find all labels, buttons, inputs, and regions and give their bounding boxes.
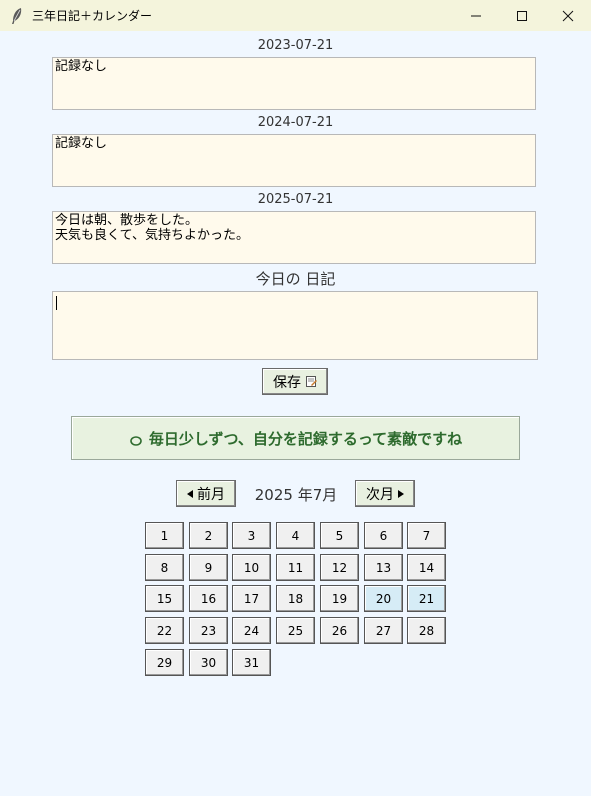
calendar-day-30[interactable]: 30 — [189, 649, 228, 676]
window-controls — [453, 0, 591, 31]
calendar-day-3[interactable]: 3 — [232, 522, 271, 549]
save-button[interactable]: 保存 — [262, 368, 328, 395]
calendar-day-26[interactable]: 26 — [320, 617, 359, 644]
calendar-day-4[interactable]: 4 — [276, 522, 315, 549]
today-diary-input[interactable] — [52, 291, 538, 360]
right-triangle-icon — [398, 489, 404, 498]
calendar-day-20[interactable]: 20 — [364, 585, 403, 612]
calendar-day-9[interactable]: 9 — [189, 554, 228, 581]
calendar-day-28[interactable]: 28 — [407, 617, 446, 644]
calendar-day-31[interactable]: 31 — [232, 649, 271, 676]
calendar-day-21[interactable]: 21 — [407, 585, 446, 612]
maximize-button[interactable] — [499, 0, 545, 31]
current-month-label: 2025 年7月 — [254, 486, 338, 504]
leaf-icon — [129, 433, 143, 447]
minimize-button[interactable] — [453, 0, 499, 31]
calendar-day-15[interactable]: 15 — [145, 585, 184, 612]
title-bar: 三年日記＋カレンダー — [0, 0, 591, 31]
minimize-icon — [471, 15, 481, 16]
entry-text-2024[interactable]: 記録なし — [52, 134, 536, 187]
calendar-day-22[interactable]: 22 — [145, 617, 184, 644]
calendar-day-12[interactable]: 12 — [320, 554, 359, 581]
close-button[interactable] — [545, 0, 591, 31]
calendar-day-10[interactable]: 10 — [232, 554, 271, 581]
text-cursor — [56, 296, 57, 310]
entry-date-2023: 2023-07-21 — [257, 38, 334, 53]
calendar-day-17[interactable]: 17 — [232, 585, 271, 612]
calendar-day-5[interactable]: 5 — [320, 522, 359, 549]
calendar-day-7[interactable]: 7 — [407, 522, 446, 549]
next-month-label: 次月 — [366, 486, 394, 503]
entry-date-2024: 2024-07-21 — [257, 115, 334, 130]
save-icon — [306, 376, 317, 387]
calendar-day-23[interactable]: 23 — [189, 617, 228, 644]
entry-text-2025[interactable]: 今日は朝、散歩をした。 天気も良くて、気持ちよかった。 — [52, 211, 536, 264]
calendar-day-6[interactable]: 6 — [364, 522, 403, 549]
calendar-day-25[interactable]: 25 — [276, 617, 315, 644]
message-text: 毎日少しずつ、自分を記録するって素敵ですね — [148, 429, 463, 448]
maximize-icon — [517, 10, 527, 21]
prev-month-button[interactable]: 前月 — [176, 480, 236, 507]
feather-icon — [10, 7, 24, 25]
calendar-day-14[interactable]: 14 — [407, 554, 446, 581]
entry-text-2023[interactable]: 記録なし — [52, 57, 536, 110]
save-button-label: 保存 — [273, 374, 301, 391]
calendar-day-24[interactable]: 24 — [232, 617, 271, 644]
entry-date-2025: 2025-07-21 — [257, 192, 334, 207]
calendar-day-16[interactable]: 16 — [189, 585, 228, 612]
close-icon — [562, 10, 574, 21]
calendar-day-19[interactable]: 19 — [320, 585, 359, 612]
calendar-day-29[interactable]: 29 — [145, 649, 184, 676]
encouragement-message: 毎日少しずつ、自分を記録するって素敵ですね — [71, 416, 520, 460]
calendar-day-8[interactable]: 8 — [145, 554, 184, 581]
calendar-day-1[interactable]: 1 — [145, 522, 184, 549]
prev-month-label: 前月 — [197, 486, 225, 503]
calendar-day-27[interactable]: 27 — [364, 617, 403, 644]
window-title: 三年日記＋カレンダー — [32, 9, 153, 23]
today-diary-label: 今日の 日記 — [255, 270, 336, 288]
calendar-day-11[interactable]: 11 — [276, 554, 315, 581]
calendar-day-18[interactable]: 18 — [276, 585, 315, 612]
calendar-day-2[interactable]: 2 — [189, 522, 228, 549]
calendar-day-13[interactable]: 13 — [364, 554, 403, 581]
next-month-button[interactable]: 次月 — [355, 480, 415, 507]
left-triangle-icon — [187, 489, 193, 498]
